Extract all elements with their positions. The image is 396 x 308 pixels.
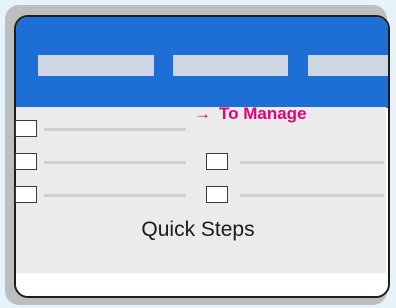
quick-step-checkbox-left-1[interactable] xyxy=(15,120,37,137)
to-manage-label: To Manage xyxy=(219,104,307,123)
quick-step-checkbox-left-2[interactable] xyxy=(15,153,37,170)
right-arrow-icon: → xyxy=(194,104,211,123)
ribbon-tab-2[interactable] xyxy=(173,55,288,76)
quick-step-checkbox-right-2[interactable] xyxy=(206,186,228,203)
ribbon-footer xyxy=(16,274,388,296)
quick-step-line-left-1 xyxy=(44,128,186,131)
ribbon-header xyxy=(16,17,388,108)
quick-step-line-left-3 xyxy=(44,194,186,197)
ribbon-tab-1[interactable] xyxy=(38,55,154,76)
to-manage-quick-step[interactable]: → To Manage xyxy=(194,104,307,124)
quick-steps-panel xyxy=(16,107,386,273)
quick-step-checkbox-right-1[interactable] xyxy=(206,153,228,170)
quick-step-checkbox-left-3[interactable] xyxy=(15,186,37,203)
ribbon-tab-3[interactable] xyxy=(308,55,388,76)
quick-steps-group-label: Quick Steps xyxy=(141,218,255,241)
quick-step-line-right-1 xyxy=(240,161,384,164)
quick-step-line-left-2 xyxy=(44,161,186,164)
quick-step-line-right-2 xyxy=(240,194,384,197)
